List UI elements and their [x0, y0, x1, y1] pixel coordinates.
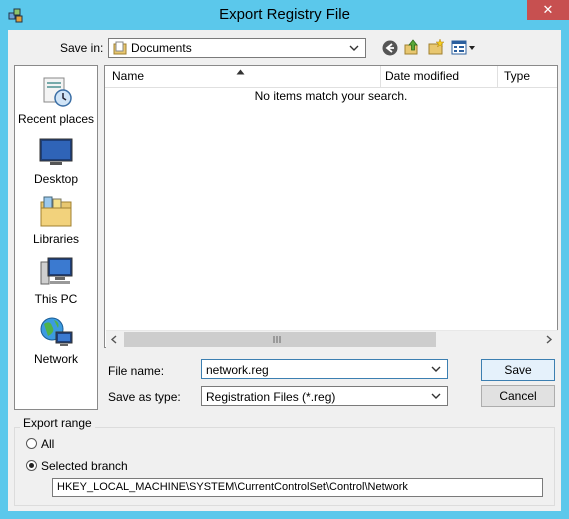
desktop-icon — [39, 138, 73, 165]
branch-path-input[interactable]: HKEY_LOCAL_MACHINE\SYSTEM\CurrentControl… — [52, 478, 543, 497]
scrollbar-thumb[interactable] — [124, 332, 436, 347]
empty-list-message: No items match your search. — [254, 89, 408, 103]
file-name-label: File name: — [108, 364, 165, 378]
save-button[interactable]: Save — [481, 359, 555, 381]
save-as-type-label: Save as type: — [108, 390, 181, 404]
close-icon: ✕ — [542, 2, 554, 17]
horizontal-scrollbar[interactable] — [106, 330, 558, 348]
documents-folder-icon — [113, 41, 127, 55]
file-name-input[interactable]: network.reg — [201, 359, 448, 379]
scroll-left-icon[interactable] — [110, 335, 118, 344]
cancel-button[interactable]: Cancel — [481, 385, 555, 407]
libraries-icon — [40, 196, 72, 227]
up-folder-icon[interactable] — [403, 38, 421, 56]
save-in-value: Documents — [131, 41, 192, 55]
save-in-dropdown[interactable]: Documents — [108, 38, 366, 58]
radio-selected-branch-label: Selected branch — [41, 459, 128, 473]
column-header-type[interactable]: Type — [504, 69, 530, 83]
place-label: This PC — [34, 292, 78, 306]
file-list[interactable]: Name Date modified Type No items match y… — [104, 65, 558, 348]
recent-places-icon — [43, 77, 72, 107]
radio-selected-branch[interactable]: Selected branch — [26, 459, 166, 473]
chevron-down-icon[interactable] — [431, 364, 441, 374]
column-header-date-modified[interactable]: Date modified — [385, 69, 459, 83]
save-as-type-dropdown[interactable]: Registration Files (*.reg) — [201, 386, 448, 406]
column-divider[interactable] — [497, 66, 498, 87]
thumb-grip-icon — [273, 336, 281, 343]
chevron-down-icon — [431, 393, 441, 399]
place-label: Libraries — [32, 232, 80, 246]
radio-all-label: All — [41, 437, 55, 451]
export-range-legend: Export range — [20, 416, 95, 430]
column-header-name[interactable]: Name — [112, 69, 144, 83]
radio-button-selected[interactable] — [26, 460, 37, 471]
radio-all[interactable]: All — [26, 437, 106, 451]
places-bar: Recent places Desktop Libraries This PC — [14, 65, 98, 410]
this-pc-icon — [40, 257, 73, 285]
scroll-right-icon[interactable] — [545, 335, 553, 344]
window-title: Export Registry File — [219, 6, 350, 23]
save-as-type-value: Registration Files (*.reg) — [206, 390, 336, 404]
place-label: Desktop — [33, 172, 79, 186]
view-menu-icon[interactable] — [451, 39, 477, 57]
sort-ascending-icon — [236, 69, 245, 75]
place-label: Network — [33, 352, 78, 366]
chevron-down-icon — [349, 45, 359, 51]
back-icon[interactable] — [381, 39, 399, 57]
new-folder-icon[interactable] — [427, 38, 445, 56]
close-button[interactable]: ✕ — [527, 0, 569, 20]
list-header: Name Date modified Type — [105, 66, 557, 88]
column-divider[interactable] — [380, 66, 381, 87]
save-in-label: Save in: — [60, 41, 104, 55]
place-label: Recent places — [17, 112, 95, 126]
radio-button[interactable] — [26, 438, 37, 449]
network-icon — [40, 317, 73, 346]
file-name-value: network.reg — [206, 363, 269, 377]
